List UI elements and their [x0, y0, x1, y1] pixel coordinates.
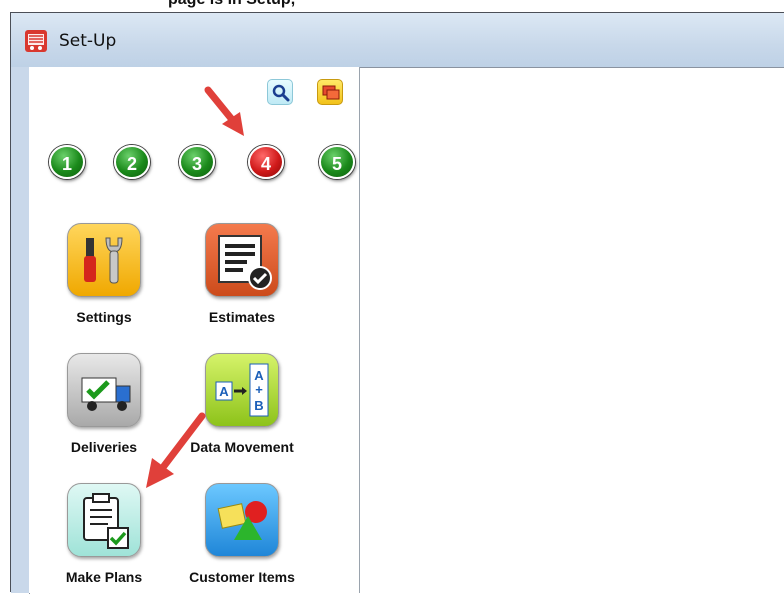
delivery-truck-icon	[67, 353, 141, 427]
step-5-button[interactable]: 5	[319, 145, 355, 179]
svg-text:B: B	[254, 398, 263, 413]
cascade-windows-icon	[322, 85, 340, 100]
step-4-button[interactable]: 4	[248, 145, 284, 179]
settings-button[interactable]: Settings	[29, 223, 179, 343]
estimates-button[interactable]: Estimates	[167, 223, 317, 343]
annotation-arrow-step-4	[204, 86, 244, 136]
step-3-button[interactable]: 3	[179, 145, 215, 179]
cascade-windows-button[interactable]	[317, 79, 343, 105]
caption-text: page is in Setup,	[168, 0, 295, 9]
cart-icon	[25, 30, 47, 52]
annotation-arrow-make-plans	[146, 412, 206, 488]
app-label: Customer Items	[189, 569, 295, 585]
app-label: Settings	[76, 309, 132, 325]
step-1-button[interactable]: 1	[49, 145, 85, 179]
shapes-icon	[205, 483, 279, 557]
title-bar[interactable]: Set-Up	[11, 13, 784, 67]
data-movement-icon: A A + B	[205, 353, 279, 427]
step-2-button[interactable]: 2	[114, 145, 150, 179]
setup-window: Set-Up 1 2 3 4 5 Settings Estimates Deli…	[10, 12, 784, 594]
window-border	[11, 67, 29, 593]
svg-text:A: A	[219, 384, 229, 399]
make-plans-button[interactable]: Make Plans	[29, 483, 179, 603]
window-title: Set-Up	[59, 31, 117, 51]
svg-text:+: +	[255, 382, 263, 397]
app-label: Estimates	[208, 309, 276, 325]
clipboard-check-icon	[67, 483, 141, 557]
zoom-button[interactable]	[267, 79, 293, 105]
document-check-icon	[205, 223, 279, 297]
setup-side-panel: 1 2 3 4 5 Settings Estimates Deliveries …	[29, 67, 360, 593]
magnifier-icon	[272, 84, 290, 102]
svg-text:A: A	[254, 368, 264, 383]
cropped-caption: page is in Setup,	[0, 0, 784, 12]
app-label: Make Plans	[65, 569, 143, 585]
customer-items-button[interactable]: Customer Items	[167, 483, 317, 603]
tools-icon	[67, 223, 141, 297]
